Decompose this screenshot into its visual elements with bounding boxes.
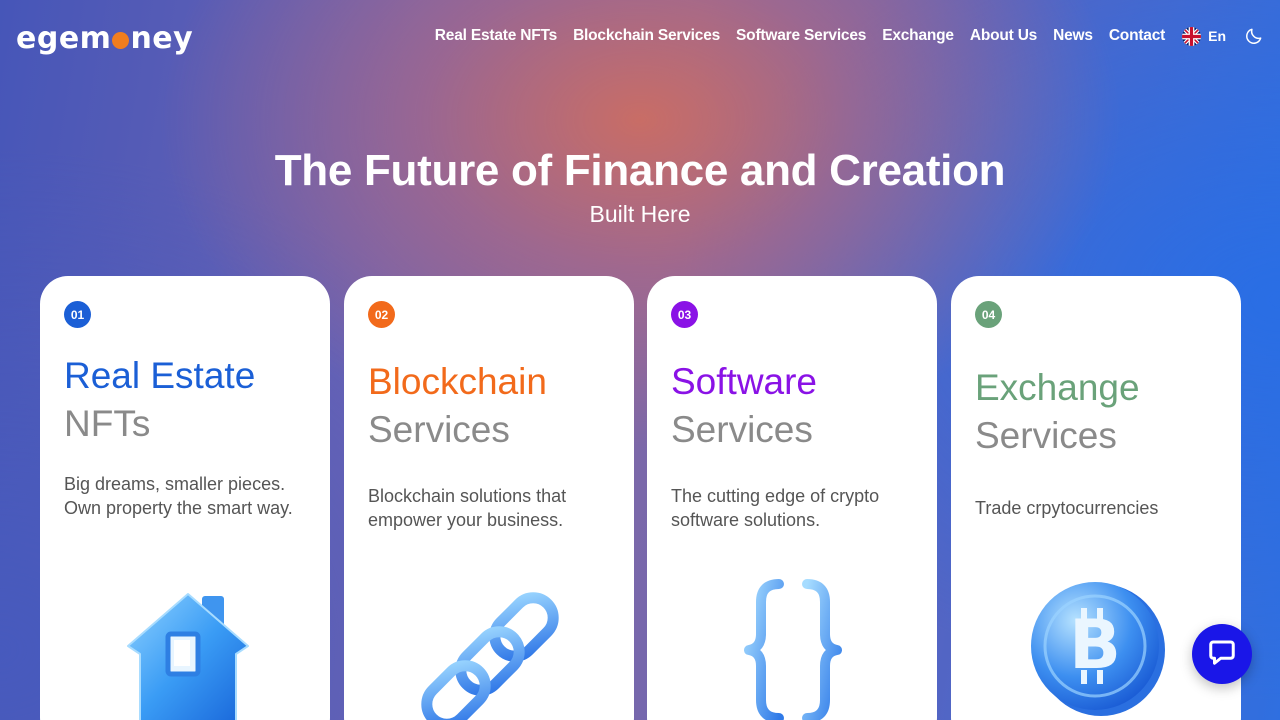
card-title-rest: Services	[975, 415, 1117, 456]
language-switcher[interactable]: En	[1182, 26, 1226, 46]
hero-title: The Future of Finance and Creation	[274, 146, 1006, 195]
card-title-accent: Real Estate	[64, 355, 256, 396]
card-title: Real Estate NFTs	[64, 352, 255, 448]
service-card-software-services[interactable]: 03 Software Services The cutting edge of…	[647, 276, 937, 720]
card-number-badge: 01	[64, 301, 91, 328]
card-number-badge: 02	[368, 301, 395, 328]
card-number-badge: 04	[975, 301, 1002, 328]
service-card-blockchain-services[interactable]: 02 Blockchain Services Blockchain soluti…	[344, 276, 634, 720]
logo-dot-icon	[112, 31, 130, 49]
site-header: egem ney Real Estate NFTs Blockchain Serv…	[0, 0, 1280, 72]
house-icon	[40, 576, 330, 720]
card-title: Software Services	[671, 358, 817, 454]
nav-item-about-us[interactable]: About Us	[970, 27, 1037, 45]
nav-item-news[interactable]: News	[1053, 27, 1093, 45]
uk-flag-icon	[1182, 26, 1202, 46]
card-description: Blockchain solutions that empower your b…	[368, 486, 567, 530]
nav-item-blockchain-services[interactable]: Blockchain Services	[573, 27, 720, 45]
card-title-accent: Exchange	[975, 367, 1140, 408]
logo[interactable]: egem ney	[16, 18, 193, 58]
card-description: The cutting edge of crypto software solu…	[671, 486, 880, 530]
logo-text: egem ney	[16, 20, 194, 56]
service-card-real-estate-nfts[interactable]: 01 Real Estate NFTs Big dreams, smaller …	[40, 276, 330, 720]
card-title-rest: Services	[671, 409, 813, 450]
curly-braces-icon	[647, 576, 937, 720]
card-title-rest: Services	[368, 409, 510, 450]
moon-icon[interactable]	[1244, 26, 1264, 46]
nav-item-contact[interactable]: Contact	[1109, 27, 1165, 45]
svg-text:B: B	[1069, 606, 1121, 685]
language-label: En	[1208, 28, 1226, 44]
card-title-accent: Blockchain	[368, 361, 547, 402]
card-title-accent: Software	[671, 361, 818, 402]
chat-button[interactable]	[1192, 624, 1252, 684]
nav-item-real-estate-nfts[interactable]: Real Estate NFTs	[435, 27, 557, 45]
card-description: Trade crpytocurrencies	[975, 498, 1159, 518]
card-title: Blockchain Services	[368, 358, 547, 454]
card-title: Exchange Services	[975, 364, 1140, 460]
chain-icon	[344, 576, 634, 720]
nav-item-software-services[interactable]: Software Services	[736, 27, 866, 45]
card-description: Big dreams, smaller pieces. Own property…	[64, 474, 293, 518]
nav-item-exchange[interactable]: Exchange	[882, 27, 954, 45]
card-title-rest: NFTs	[64, 403, 151, 444]
chat-bubble-icon	[1207, 637, 1237, 672]
hero-subtitle: Built Here	[589, 201, 691, 227]
card-number-badge: 03	[671, 301, 698, 328]
main-nav: Real Estate NFTs Blockchain Services Sof…	[419, 24, 1264, 48]
